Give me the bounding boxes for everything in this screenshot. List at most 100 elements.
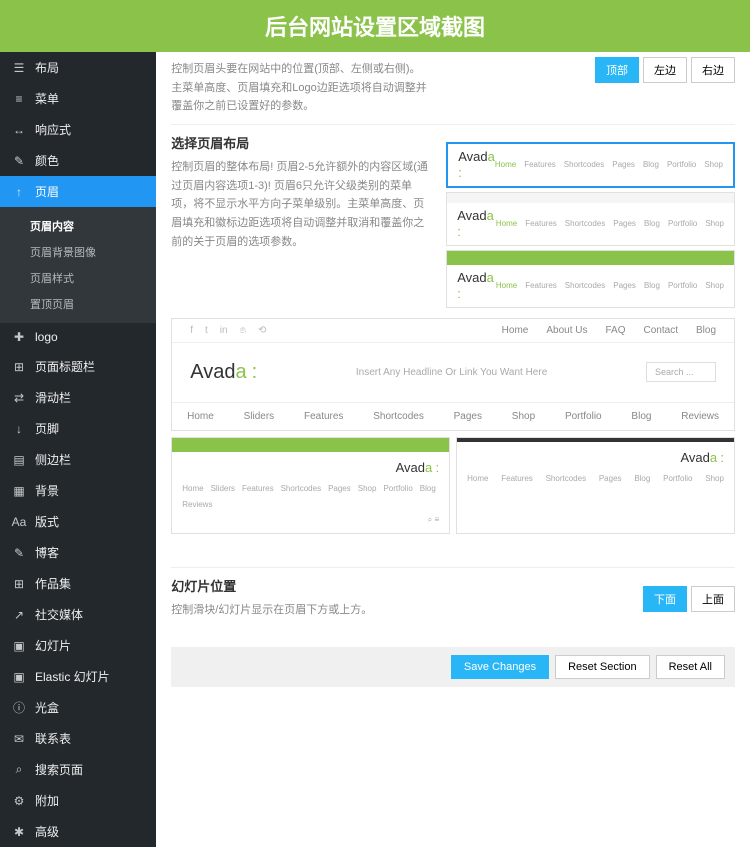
search-box: Search ... (646, 362, 716, 382)
sidebar-item-4[interactable]: ↑页眉 (0, 176, 156, 207)
btn-right[interactable]: 右边 (691, 57, 735, 83)
sidebar-item-5[interactable]: ✚ logo (0, 323, 156, 351)
rss-icon: ෧ (240, 325, 246, 336)
big-menu: HomeSlidersFeaturesShortcodesPagesShopPo… (172, 402, 734, 430)
sidebar-item-20[interactable]: ⚙ 附加 (0, 785, 156, 816)
sidebar-icon: Aa (12, 515, 26, 529)
sidebar-label: 社交媒体 (35, 606, 83, 623)
sidebar-label: 联系表 (35, 730, 71, 747)
layout-option-2[interactable]: Avada : HomeFeaturesShortcodesPagesBlogP… (446, 192, 735, 246)
page-banner: 后台网站设置区域截图 (0, 0, 750, 52)
section-slider: 幻灯片位置 控制滑块/幻灯片显示在页眉下方或上方。 下面 上面 (171, 567, 735, 628)
sidebar-label: 博客 (35, 544, 59, 561)
sidebar-label: 页面标题栏 (35, 358, 95, 375)
sidebar-icon: ✚ (12, 330, 26, 344)
sidebar-label: 附加 (35, 792, 59, 809)
btn-above[interactable]: 上面 (691, 586, 735, 612)
preview-nav: HomeFeaturesShortcodesPagesBlogPortfolio… (496, 219, 724, 228)
share-icon: ⟲ (258, 325, 266, 336)
sidebar-item-21[interactable]: ✱ 高级 (0, 816, 156, 847)
sidebar-label: 侧边栏 (35, 451, 71, 468)
sidebar-label: 搜索页面 (35, 761, 83, 778)
header-position-btns: 顶部 左边 右边 (595, 57, 735, 83)
sidebar-sub-1[interactable]: 页眉背景图像 (0, 239, 156, 265)
social-icons: f t in ෧ ⟲ (190, 325, 266, 336)
content-area: 顶部 左边 右边 控制页眉头要在网站中的位置(顶部、左侧或右侧)。主菜单高度、页… (156, 52, 750, 847)
sidebar-item-7[interactable]: ⇄滑动栏 (0, 382, 156, 413)
btn-left[interactable]: 左边 (643, 57, 687, 83)
sidebar-icon: ⌕ (12, 763, 26, 777)
sidebar-item-19[interactable]: ⌕ 搜索页面 (0, 754, 156, 785)
sidebar-label: 页脚 (35, 420, 59, 437)
section-position-desc: 控制页眉头要在网站中的位置(顶部、左侧或右侧)。主菜单高度、页眉填充和Logo边… (171, 60, 431, 116)
sidebar-label: 菜单 (35, 90, 59, 107)
sidebar-item-10[interactable]: ▦ 背景 (0, 475, 156, 506)
main-layout: ☰ 布局 ≡ 菜单 ↔ 响应式 ✎颜色↑页眉页眉内容页眉背景图像页眉样式置顶页眉 ✚ logo ⊞… (0, 52, 750, 847)
sidebar-icon: ↔ (12, 123, 26, 137)
headline-text: Insert Any Headline Or Link You Want Her… (356, 367, 547, 378)
sidebar-item-3[interactable]: ✎颜色 (0, 145, 156, 176)
sidebar-item-6[interactable]: ⊞ 页面标题栏 (0, 351, 156, 382)
layout-option-4[interactable]: f t in ෧ ⟲ HomeAbout UsFAQContactBlog Av… (171, 318, 735, 431)
sidebar-item-9[interactable]: ▤ 侧边栏 (0, 444, 156, 475)
sidebar-item-0[interactable]: ☰ 布局 (0, 52, 156, 83)
preview-logo: Avada : (457, 270, 496, 302)
sidebar-icon: ↗ (12, 608, 26, 622)
preview-logo: Avada : (457, 208, 496, 240)
sidebar-item-17[interactable]: ⓘ光盒 (0, 692, 156, 723)
sidebar-item-8[interactable]: ↓页脚 (0, 413, 156, 444)
sidebar-sub-2[interactable]: 页眉样式 (0, 265, 156, 291)
section-layout-desc: 控制页眉的整体布局! 页眉2-5允许额外的内容区域(通过页眉内容选项1-3)! … (171, 158, 431, 251)
sidebar-item-18[interactable]: ✉联系表 (0, 723, 156, 754)
twitter-icon: t (205, 325, 208, 336)
section-layout: 选择页眉布局 控制页眉的整体布局! 页眉2-5允许额外的内容区域(通过页眉内容选… (171, 125, 735, 541)
sidebar-icon: ▦ (12, 484, 26, 498)
save-button[interactable]: Save Changes (451, 655, 549, 679)
btn-below[interactable]: 下面 (643, 586, 687, 612)
layout-option-6[interactable]: Avada : HomeFeaturesShortcodesPagesBlogP… (456, 437, 735, 534)
sidebar-item-16[interactable]: ▣ Elastic 幻灯片 (0, 661, 156, 692)
linkedin-icon: in (220, 325, 228, 336)
sidebar-item-14[interactable]: ↗ 社交媒体 (0, 599, 156, 630)
sidebar: ☰ 布局 ≡ 菜单 ↔ 响应式 ✎颜色↑页眉页眉内容页眉背景图像页眉样式置顶页眉 ✚ logo ⊞… (0, 52, 156, 847)
sidebar-icon: ✎ (12, 154, 26, 168)
sidebar-icon: ▣ (12, 670, 26, 684)
sidebar-label: 响应式 (35, 121, 71, 138)
layout-option-5[interactable]: Avada : HomeSlidersFeaturesShortcodesPag… (171, 437, 450, 534)
sidebar-icon: ⓘ (12, 701, 26, 715)
sidebar-label: 高级 (35, 823, 59, 840)
sidebar-sub-3[interactable]: 置顶页眉 (0, 291, 156, 317)
sidebar-item-12[interactable]: ✎博客 (0, 537, 156, 568)
sidebar-sub-0[interactable]: 页眉内容 (0, 213, 156, 239)
sidebar-icon: ▤ (12, 453, 26, 467)
sidebar-label: 背景 (35, 482, 59, 499)
sidebar-label: 布局 (35, 59, 59, 76)
reset-section-button[interactable]: Reset Section (555, 655, 649, 679)
btn-top[interactable]: 顶部 (595, 57, 639, 83)
preview-logo: Avada : (458, 149, 495, 181)
layout-option-3[interactable]: Avada : HomeFeaturesShortcodesPagesBlogP… (446, 250, 735, 308)
sidebar-icon: ▣ (12, 639, 26, 653)
sidebar-icon: ☰ (12, 61, 26, 75)
big-nav: HomeAbout UsFAQContactBlog (502, 325, 716, 336)
facebook-icon: f (190, 325, 193, 336)
sidebar-icon: ⊞ (12, 577, 26, 591)
sidebar-item-2[interactable]: ↔ 响应式 (0, 114, 156, 145)
sidebar-item-13[interactable]: ⊞作品集 (0, 568, 156, 599)
layout-option-1[interactable]: Avada : HomeFeaturesShortcodesPagesBlogP… (446, 142, 735, 188)
sidebar-item-1[interactable]: ≡ 菜单 (0, 83, 156, 114)
footer-actions: Save Changes Reset Section Reset All (171, 647, 735, 687)
preview-logo-big: Avada : (190, 361, 257, 384)
sidebar-label: 版式 (35, 513, 59, 530)
sidebar-icon: ≡ (12, 92, 26, 106)
slider-desc: 控制滑块/幻灯片显示在页眉下方或上方。 (171, 601, 431, 620)
sidebar-label: Elastic 幻灯片 (35, 668, 110, 685)
sidebar-icon: ⚙ (12, 794, 26, 808)
sidebar-item-15[interactable]: ▣ 幻灯片 (0, 630, 156, 661)
sidebar-icon: ⊞ (12, 360, 26, 374)
sidebar-icon: ✱ (12, 825, 26, 839)
sidebar-label: logo (35, 330, 58, 344)
reset-all-button[interactable]: Reset All (656, 655, 725, 679)
sidebar-item-11[interactable]: Aa 版式 (0, 506, 156, 537)
sidebar-label: 幻灯片 (35, 637, 71, 654)
